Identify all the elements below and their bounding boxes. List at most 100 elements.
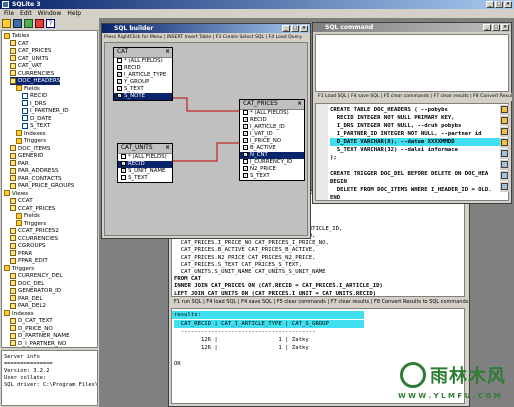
field-checkbox[interactable]: ✓ <box>243 145 248 150</box>
field-checkbox[interactable] <box>117 58 122 63</box>
tool-icon[interactable] <box>500 160 510 170</box>
open-icon[interactable] <box>2 19 11 28</box>
table-field-row[interactable]: S_TEXT <box>118 175 172 182</box>
field-checkbox[interactable] <box>243 159 248 164</box>
field-checkbox[interactable]: ✓ <box>243 117 248 122</box>
field-checkbox[interactable]: ✓ <box>243 138 248 143</box>
table-field-row[interactable]: ✓ Y_GROUP <box>114 79 172 86</box>
table-field-row[interactable]: ✓ I_PRICE_NO <box>240 138 304 145</box>
sql-code-line[interactable]: RECID INTEGER NOT NULL PRIMARY KEY, <box>330 114 508 122</box>
sql-code-line[interactable]: D_DATE VARCHAR(8), --datum XXXXMMDD <box>330 138 508 146</box>
field-checkbox[interactable]: ✓ <box>117 93 122 98</box>
close-icon[interactable]: × <box>300 25 308 32</box>
sql-builder-titlebar[interactable]: SQL builder _ □ × <box>102 24 310 33</box>
table-field-row[interactable]: ✓ B_ACTIVE <box>240 145 304 152</box>
database-tree[interactable]: Tables CAT CAT_PRICES CAT_UNITS CAT_VAT CURRE… <box>1 30 98 348</box>
maximize-icon[interactable]: □ <box>492 24 500 31</box>
table-field-row[interactable]: ✓ S_TEXT <box>240 173 304 180</box>
tree-item-label: S_TEXT <box>30 123 51 129</box>
join-line <box>171 142 239 162</box>
field-checkbox[interactable]: ✓ <box>243 124 248 129</box>
close-icon[interactable]: × <box>165 144 170 153</box>
edit-icon[interactable] <box>500 138 510 148</box>
minimize-icon[interactable]: _ <box>486 1 494 8</box>
sql-code-line[interactable]: CREATE TABLE DOC_HEADERS ( --pobybs <box>330 106 508 114</box>
menu-edit[interactable]: Edit <box>20 9 32 18</box>
table-field-row[interactable]: ✓ I_VAT_ID <box>240 131 304 138</box>
table-field-row[interactable]: ✓ I_ARTICLE_TYPE <box>114 72 172 79</box>
sql-code-line[interactable]: DELETE FROM DOC_ITEMS WHERE I_HEADER_ID … <box>330 186 508 194</box>
maximize-icon[interactable]: □ <box>291 25 299 32</box>
tool-icon[interactable] <box>500 182 510 192</box>
sql-code-line[interactable]: END <box>330 194 508 200</box>
help-icon[interactable]: ? <box>46 19 55 28</box>
field-checkbox[interactable] <box>121 175 126 180</box>
field-checkbox[interactable]: ✓ <box>117 86 122 91</box>
minimize-icon[interactable]: _ <box>282 25 290 32</box>
table-box-title[interactable]: CAT_PRICES × <box>240 100 304 110</box>
table-field-row[interactable]: ✓ RECID <box>118 161 172 168</box>
field-checkbox[interactable]: ✓ <box>117 79 122 84</box>
sql-command-window-top[interactable]: SQL command _ □ × F1 Load SQL | F4 save SQ… <box>312 22 512 204</box>
field-checkbox[interactable]: ✓ <box>121 161 126 166</box>
field-checkbox[interactable]: ✓ <box>117 65 122 70</box>
table-field-row[interactable]: ✓ S_NOTE <box>114 93 172 100</box>
table-field-row[interactable]: ✓ I_ARTICLE_ID <box>240 124 304 131</box>
table-box-cat[interactable]: CAT × * (ALL FIELDS) ✓ RECID ✓ I_ARTICLE_TYPE ✓… <box>113 47 173 101</box>
save-icon[interactable] <box>13 19 22 28</box>
table-field-row[interactable]: * (ALL FIELDS) <box>114 58 172 65</box>
edit-icon[interactable] <box>500 116 510 126</box>
close-icon[interactable]: × <box>297 100 302 109</box>
table-field-row[interactable]: ✓ RECID <box>240 117 304 124</box>
sql-builder-window[interactable]: SQL builder _ □ × Press RightClick for Men… <box>101 23 311 239</box>
sql-code-line[interactable] <box>330 162 508 170</box>
menu-file[interactable]: File <box>4 9 14 18</box>
sql-code-line[interactable]: I_DRS INTEGER NOT NULL, --druh pobybs <box>330 122 508 130</box>
table-box-cat-units[interactable]: CAT_UNITS × * (ALL FIELDS) ✓ RECID ✓ S_UNIT_NA… <box>117 143 173 183</box>
field-checkbox[interactable]: ✓ <box>243 166 248 171</box>
sql-code-line[interactable]: ); <box>330 154 508 162</box>
connect-icon[interactable] <box>24 19 33 28</box>
menu-window[interactable]: Window <box>38 9 62 18</box>
field-checkbox[interactable] <box>121 154 126 159</box>
sql-code-line[interactable]: BEGIN <box>330 178 508 186</box>
sql-builder-canvas[interactable]: CAT × * (ALL FIELDS) ✓ RECID ✓ I_ARTICLE_TYPE ✓… <box>104 42 308 236</box>
table-field-row[interactable]: ✓ N2_PRICE <box>240 166 304 173</box>
tree-item[interactable]: D_I_PARTNER_NO <box>10 340 66 348</box>
table-field-row[interactable]: ✓ S_TEXT <box>114 86 172 93</box>
field-checkbox[interactable]: ✓ <box>117 72 122 77</box>
minimize-icon[interactable]: _ <box>483 24 491 31</box>
field-checkbox[interactable] <box>243 110 248 115</box>
field-checkbox[interactable]: ✓ <box>121 168 126 173</box>
table-box-cat-prices[interactable]: CAT_PRICES × * (ALL FIELDS) ✓ RECID ✓ I_ARTICL… <box>239 99 305 181</box>
sql-editor-top[interactable]: CREATE TABLE DOC_HEADERS ( --pobybs RECI… <box>315 103 509 201</box>
sql-toolbar-bottom[interactable]: F1 run SQL | F4 load SQL | F4 save SQL |… <box>171 298 468 306</box>
sql-command-titlebar[interactable]: SQL command _ □ × <box>313 23 511 32</box>
edit-icon[interactable] <box>500 105 510 115</box>
sql-code-line[interactable]: S_TEXT VARCHAR(32) --dalsi informace <box>330 146 508 154</box>
close-icon[interactable]: × <box>501 24 509 31</box>
close-icon[interactable]: × <box>165 48 170 57</box>
edit-icon[interactable] <box>500 127 510 137</box>
sql-code-line[interactable]: CREATE TRIGGER DOC_DEL BEFORE DELETE ON … <box>330 170 508 178</box>
table-field-row[interactable]: ✓ RECID <box>114 65 172 72</box>
tool-icon[interactable] <box>500 171 510 181</box>
table-field-row[interactable]: * (ALL FIELDS) <box>240 110 304 117</box>
field-checkbox[interactable]: ✓ <box>243 152 248 157</box>
maximize-icon[interactable]: □ <box>495 1 503 8</box>
close-icon[interactable]: × <box>504 1 512 8</box>
table-box-title[interactable]: CAT_UNITS × <box>118 144 172 154</box>
sql-code-line[interactable]: LEFT JOIN CAT_UNITS ON (CAT_PRICES.I_UNI… <box>174 290 376 296</box>
menu-help[interactable]: Help <box>67 9 81 18</box>
sql-toolbar-top[interactable]: F1 Load SQL | F4 save SQL | F5 clear com… <box>315 93 512 101</box>
table-field-row[interactable]: I_CURRENCY_ID <box>240 159 304 166</box>
sql-code-line[interactable]: I_PARTNER_ID INTEGER NOT NULL, --partner… <box>330 130 508 138</box>
table-field-row[interactable]: * (ALL FIELDS) <box>118 154 172 161</box>
field-checkbox[interactable]: ✓ <box>243 131 248 136</box>
field-checkbox[interactable]: ✓ <box>243 173 248 178</box>
table-field-row[interactable]: ✓ S_UNIT_NAME <box>118 168 172 175</box>
tool-icon[interactable] <box>500 149 510 159</box>
table-field-row[interactable]: ✓ N_CNT <box>240 152 304 159</box>
run-icon[interactable] <box>35 19 44 28</box>
table-box-title[interactable]: CAT × <box>114 48 172 58</box>
